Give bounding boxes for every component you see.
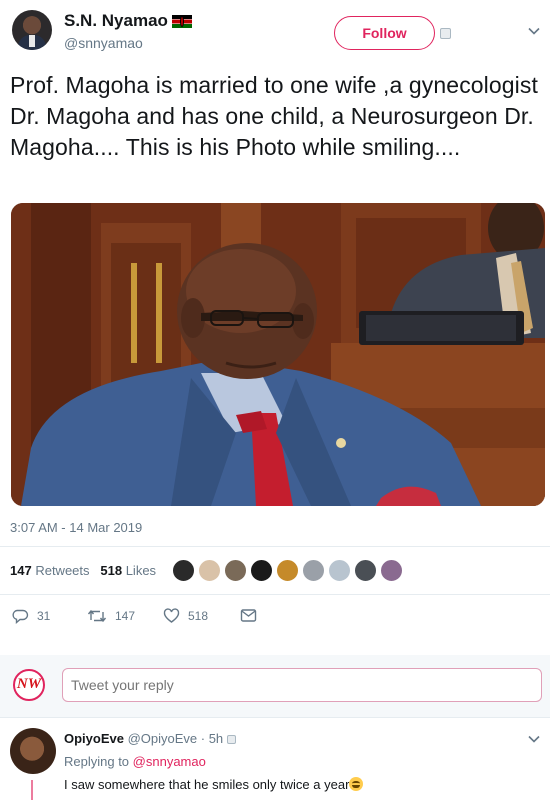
direct-message-action[interactable] [240, 608, 265, 623]
retweet-count: 147 [115, 609, 136, 623]
replying-to: Replying to @snnyamao [64, 754, 206, 769]
tweet-actions: 31 147 518 [0, 604, 550, 632]
feed-icon [227, 735, 237, 745]
retweets-stat[interactable]: 147 Retweets [10, 563, 90, 578]
current-user-avatar: NW [13, 669, 45, 701]
retweets-count: 147 [10, 563, 32, 578]
likes-count: 518 [100, 563, 123, 578]
like-icon [163, 608, 180, 623]
liker-avatar[interactable] [172, 559, 195, 582]
reply-author-avatar[interactable] [10, 728, 56, 774]
reply-count: 31 [37, 609, 51, 623]
reply-tweet[interactable]: OpiyoEve @OpiyoEve · 5h Replying to @snn… [0, 718, 550, 800]
laughing-emoji-icon [349, 777, 364, 791]
chevron-down-icon[interactable] [527, 24, 541, 43]
liker-avatar[interactable] [276, 559, 299, 582]
author-display-name[interactable]: S.N. Nyamao [64, 11, 168, 31]
author-avatar[interactable] [12, 10, 52, 50]
tweet-text: Prof. Magoha is married to one wife ,a g… [10, 72, 538, 160]
divider [0, 594, 550, 595]
engagement-stats: 147 Retweets 518 Likes [10, 563, 156, 578]
kenya-flag-icon [171, 14, 192, 28]
reply-author-handle-time[interactable]: @OpiyoEve · 5h [128, 731, 224, 746]
tweet-header: S.N. Nyamao @snnyamao Follow [0, 0, 550, 64]
replying-to-label: Replying to [64, 754, 130, 769]
tweet-photo[interactable] [11, 203, 545, 506]
reply-header: OpiyoEve @OpiyoEve · 5h [64, 731, 237, 746]
liker-avatar[interactable] [328, 559, 351, 582]
direct-message-icon [240, 609, 257, 622]
reply-composer: NW [0, 655, 550, 717]
reply-text-content: I saw somewhere that he smiles only twic… [64, 777, 350, 792]
reply-input[interactable] [62, 668, 542, 702]
replying-to-handle-link[interactable]: @snnyamao [133, 754, 206, 769]
thread-line [31, 780, 33, 800]
liker-avatar[interactable] [198, 559, 221, 582]
liker-avatar[interactable] [224, 559, 247, 582]
likes-stat[interactable]: 518 Likes [100, 563, 156, 578]
like-count: 518 [188, 609, 209, 623]
author-handle[interactable]: @snnyamao [64, 35, 192, 51]
likes-label: Likes [125, 563, 157, 578]
liker-avatar[interactable] [354, 559, 377, 582]
reply-author-name[interactable]: OpiyoEve [64, 731, 124, 746]
chevron-down-icon[interactable] [527, 732, 541, 751]
feed-icon [440, 28, 451, 39]
reply-text: I saw somewhere that he smiles only twic… [64, 777, 364, 792]
reply-action[interactable]: 31 [12, 608, 50, 624]
liker-avatar[interactable] [250, 559, 273, 582]
retweet-action[interactable]: 147 [87, 608, 135, 624]
follow-button[interactable]: Follow [334, 16, 435, 50]
liker-avatar[interactable] [380, 559, 403, 582]
divider [0, 546, 550, 547]
retweets-label: Retweets [35, 563, 90, 578]
liker-avatar[interactable] [302, 559, 325, 582]
tweet-timestamp[interactable]: 3:07 AM - 14 Mar 2019 [10, 520, 142, 535]
like-action[interactable]: 518 [163, 608, 208, 624]
retweet-icon [87, 609, 107, 623]
reply-icon [12, 609, 29, 624]
author-name-block[interactable]: S.N. Nyamao @snnyamao [64, 11, 192, 51]
